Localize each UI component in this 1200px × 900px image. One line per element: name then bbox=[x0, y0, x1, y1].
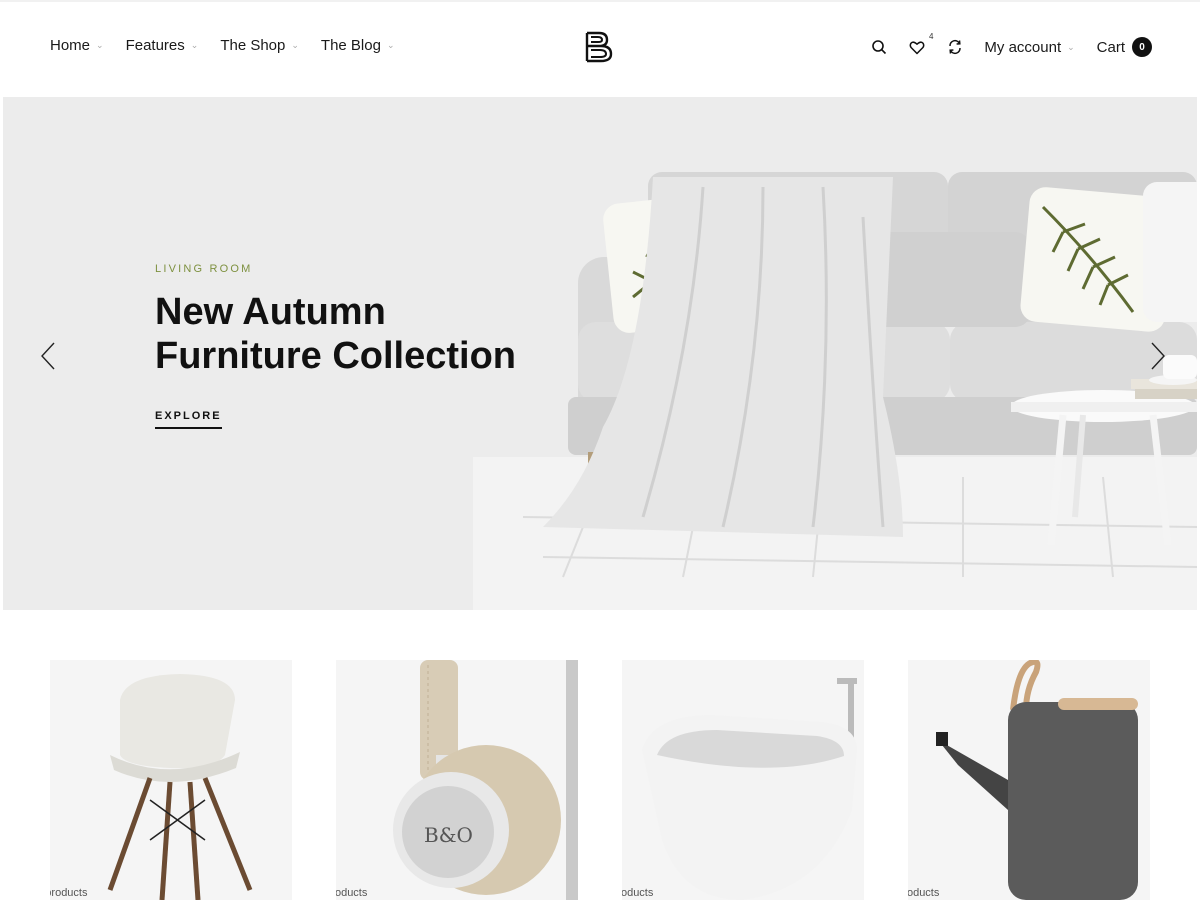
teapot-icon bbox=[936, 660, 1138, 900]
hero-title: New Autumn Furniture Collection bbox=[155, 290, 575, 378]
svg-text:B&O: B&O bbox=[424, 823, 473, 847]
bathtub-icon bbox=[642, 678, 857, 900]
top-divider bbox=[0, 0, 1200, 2]
nav-label: Features bbox=[125, 37, 185, 54]
wishlist-button[interactable]: 4 bbox=[908, 32, 933, 56]
brand-logo[interactable] bbox=[581, 27, 619, 67]
chevron-down-icon: ⌄ bbox=[96, 40, 104, 50]
hero-slider: LIVING ROOM New Autumn Furniture Collect… bbox=[3, 97, 1197, 610]
hero-eyebrow: LIVING ROOM bbox=[155, 263, 253, 275]
logo-icon bbox=[585, 31, 613, 63]
compare-icon[interactable] bbox=[946, 38, 964, 56]
chair-icon bbox=[107, 674, 253, 900]
heart-icon bbox=[909, 40, 925, 54]
chevron-down-icon: ⌄ bbox=[291, 40, 299, 50]
explore-button[interactable]: EXPLORE bbox=[155, 410, 222, 429]
cart-count-badge: 0 bbox=[1132, 37, 1152, 57]
chevron-down-icon: ⌄ bbox=[386, 40, 395, 50]
chevron-left-icon[interactable] bbox=[39, 341, 59, 371]
category-count: 10 products bbox=[50, 887, 88, 899]
nav-item-features[interactable]: Features ⌄ bbox=[126, 37, 199, 54]
cart-button[interactable]: Cart 0 bbox=[1097, 37, 1152, 57]
cart-label: Cart bbox=[1096, 38, 1125, 56]
header-tools: 4 My account ⌄ Cart 0 bbox=[850, 32, 1152, 61]
nav-item-blog[interactable]: The Blog ⌄ bbox=[321, 37, 395, 54]
main-nav: Home ⌄ Features ⌄ The Shop ⌄ The Blog ⌄ bbox=[50, 37, 417, 54]
wishlist-count: 4 bbox=[928, 32, 934, 41]
nav-item-shop[interactable]: The Shop ⌄ bbox=[220, 37, 299, 54]
headphones-icon: B&O bbox=[393, 660, 578, 900]
nav-label: Home bbox=[50, 37, 91, 54]
category-grid: 10 products B&O 4 products 4 products bbox=[0, 660, 1200, 900]
hero-title-line: Furniture Collection bbox=[155, 335, 516, 377]
category-card-chairs[interactable]: 10 products bbox=[50, 660, 292, 900]
chevron-down-icon: ⌄ bbox=[1067, 41, 1075, 52]
nav-label: The Shop bbox=[220, 37, 286, 54]
account-menu[interactable]: My account ⌄ bbox=[984, 39, 1074, 56]
search-icon[interactable] bbox=[870, 38, 888, 56]
category-card-bath[interactable]: 4 products bbox=[622, 660, 864, 900]
category-card-kitchen[interactable]: 4 products bbox=[908, 660, 1150, 900]
category-count: 4 products bbox=[908, 887, 940, 899]
category-count: 4 products bbox=[336, 887, 368, 899]
chevron-down-icon: ⌄ bbox=[190, 40, 199, 50]
category-count: 4 products bbox=[622, 887, 654, 899]
category-card-headphones[interactable]: B&O 4 products bbox=[336, 660, 578, 900]
nav-item-home[interactable]: Home ⌄ bbox=[50, 37, 104, 54]
site-header: Home ⌄ Features ⌄ The Shop ⌄ The Blog ⌄ … bbox=[0, 0, 1200, 97]
nav-label: The Blog bbox=[320, 37, 381, 54]
account-label: My account bbox=[984, 38, 1062, 56]
chevron-right-icon[interactable] bbox=[1147, 341, 1167, 371]
hero-title-line: New Autumn bbox=[155, 291, 386, 333]
